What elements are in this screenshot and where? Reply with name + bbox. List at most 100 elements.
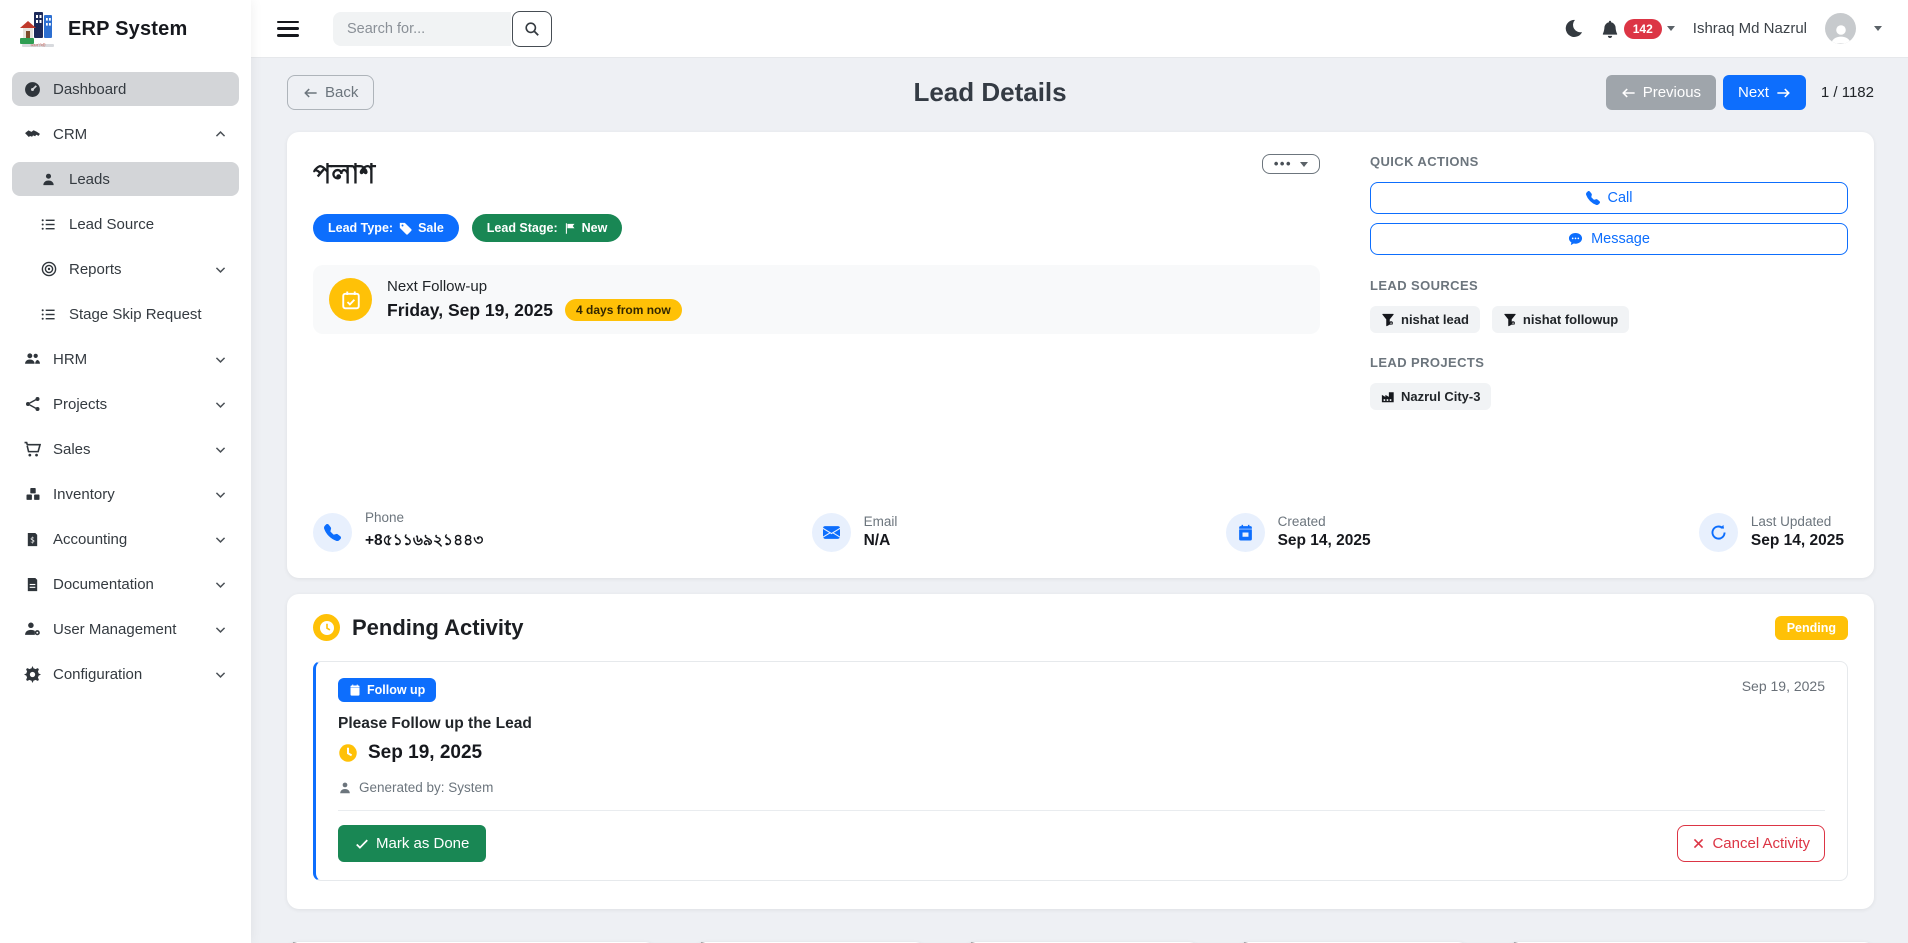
message-button[interactable]: Message	[1370, 223, 1848, 255]
page-toolbar: Back Lead Details Previous Next 1 / 1182	[287, 75, 1874, 110]
activity-due-date: Sep 19, 2025	[368, 742, 482, 764]
caret-down-icon[interactable]	[1874, 26, 1882, 31]
lead-project-tag: Nazrul City-3	[1370, 383, 1491, 410]
activity-title: Pending Activity	[352, 615, 1763, 641]
sidebar-item-label: Inventory	[53, 486, 202, 503]
next-followup-panel: Next Follow-up Friday, Sep 19, 2025 4 da…	[313, 265, 1320, 334]
lead-info-row: Phone +8৫১১৬৯২১৪৪৩ Email N/A Created	[313, 510, 1848, 554]
sidebar-item-label: Lead Source	[69, 216, 227, 233]
mark-as-done-button[interactable]: Mark as Done	[338, 825, 486, 862]
created-value: Sep 14, 2025	[1278, 532, 1371, 550]
handshake-icon	[24, 126, 41, 143]
pagination-count: 1 / 1182	[1821, 84, 1874, 101]
sidebar-item-sales[interactable]: Sales	[12, 432, 239, 466]
chevron-down-icon	[214, 578, 227, 591]
chevron-down-icon	[214, 353, 227, 366]
user-name: Ishraq Md Nazrul	[1693, 20, 1807, 37]
factory-icon	[1381, 390, 1395, 404]
last-updated-value: Sep 14, 2025	[1751, 532, 1844, 550]
chevron-up-icon	[214, 128, 227, 141]
email-value: N/A	[864, 532, 898, 550]
search-icon	[524, 21, 540, 37]
sidebar-item-inventory[interactable]: Inventory	[12, 477, 239, 511]
phone-info: Phone +8৫১১৬৯২১৪৪৩	[313, 510, 483, 554]
last-updated-info: Last Updated Sep 14, 2025	[1699, 510, 1844, 554]
sidebar-item-accounting[interactable]: $ Accounting	[12, 522, 239, 556]
pending-status-badge: Pending	[1775, 616, 1848, 640]
sidebar-item-dashboard[interactable]: Dashboard	[12, 72, 239, 106]
dark-mode-icon[interactable]	[1564, 19, 1583, 38]
sidebar-item-label: Sales	[53, 441, 202, 458]
arrow-right-icon	[1776, 86, 1791, 100]
avatar[interactable]	[1825, 13, 1856, 44]
sidebar-item-label: Accounting	[53, 531, 202, 548]
calendar-icon	[349, 684, 361, 696]
pending-activity-card: Pending Activity Pending Follow up Sep 1…	[287, 594, 1874, 909]
envelope-icon	[812, 513, 851, 552]
sidebar-item-user-management[interactable]: User Management	[12, 612, 239, 646]
sidebar-item-label: Configuration	[53, 666, 202, 683]
sidebar-item-hrm[interactable]: HRM	[12, 342, 239, 376]
calendar-icon	[1226, 513, 1265, 552]
sidebar-item-stage-skip-request[interactable]: Stage Skip Request	[12, 297, 239, 331]
chevron-down-icon	[214, 668, 227, 681]
sidebar-item-label: Documentation	[53, 576, 202, 593]
file-icon	[24, 576, 41, 593]
refresh-icon	[1699, 513, 1738, 552]
menu-toggle-icon[interactable]	[277, 21, 299, 37]
sidebar-item-label: CRM	[53, 126, 202, 143]
sidebar-item-crm[interactable]: CRM	[12, 117, 239, 151]
generated-by: Generated by: System	[359, 780, 493, 795]
svg-text:⚙: ⚙	[1512, 321, 1515, 325]
sidebar-item-reports[interactable]: Reports	[12, 252, 239, 286]
x-icon	[1692, 837, 1705, 850]
sidebar-item-configuration[interactable]: Configuration	[12, 657, 239, 691]
notifications-dropdown[interactable]: 142	[1601, 19, 1675, 39]
activity-item: Follow up Sep 19, 2025 Please Follow up …	[313, 661, 1848, 881]
chevron-down-icon	[214, 488, 227, 501]
lead-sources-title: LEAD SOURCES	[1370, 278, 1848, 293]
call-button[interactable]: Call	[1370, 182, 1848, 214]
speedometer-icon	[24, 81, 41, 98]
previous-button[interactable]: Previous	[1606, 75, 1716, 110]
sidebar-item-label: Reports	[69, 261, 202, 278]
followup-relative-badge: 4 days from now	[565, 299, 682, 321]
list-icon	[40, 216, 57, 233]
search-button[interactable]	[512, 11, 552, 47]
sidebar-item-label: HRM	[53, 351, 202, 368]
email-info: Email N/A	[812, 510, 898, 554]
lead-projects-title: LEAD PROJECTS	[1370, 355, 1848, 370]
followup-date: Friday, Sep 19, 2025	[387, 300, 553, 321]
lead-details-card: পলাশ ••• Lead Type: Sale	[287, 132, 1874, 578]
sidebar-item-label: Leads	[69, 171, 227, 188]
phone-icon	[1586, 191, 1600, 205]
sidebar-item-lead-source[interactable]: Lead Source	[12, 207, 239, 241]
search-input[interactable]	[333, 12, 511, 46]
brand[interactable]: আদর্শ সিটি ERP System	[0, 0, 251, 58]
bell-icon	[1601, 20, 1619, 38]
next-button[interactable]: Next	[1723, 75, 1806, 110]
person-icon	[40, 171, 57, 188]
sidebar-item-leads[interactable]: Leads	[12, 162, 239, 196]
sidebar-item-label: Stage Skip Request	[69, 306, 227, 323]
bullseye-icon	[40, 261, 57, 278]
svg-text:⚙: ⚙	[1390, 321, 1393, 325]
sidebar-item-projects[interactable]: Projects	[12, 387, 239, 421]
clock-icon	[313, 614, 340, 641]
lead-source-tag: ⚙ nishat lead	[1370, 306, 1480, 333]
cancel-activity-button[interactable]: Cancel Activity	[1677, 825, 1825, 862]
lead-actions-dropdown[interactable]: •••	[1262, 154, 1320, 174]
lead-stage-badge: Lead Stage: New	[472, 214, 623, 242]
activity-date: Sep 19, 2025	[1742, 678, 1825, 694]
activity-type-badge: Follow up	[338, 678, 436, 702]
tag-icon	[399, 222, 412, 235]
lead-source-tag: ⚙ nishat followup	[1492, 306, 1629, 333]
top-bar: 142 Ishraq Md Nazrul	[251, 0, 1908, 58]
arrow-left-icon	[303, 86, 318, 100]
sidebar-item-documentation[interactable]: Documentation	[12, 567, 239, 601]
app-title: ERP System	[68, 18, 187, 41]
sidebar-item-label: Dashboard	[53, 81, 227, 98]
back-button[interactable]: Back	[287, 75, 374, 110]
followup-label: Next Follow-up	[387, 278, 682, 295]
activity-description: Please Follow up the Lead	[338, 715, 1825, 733]
